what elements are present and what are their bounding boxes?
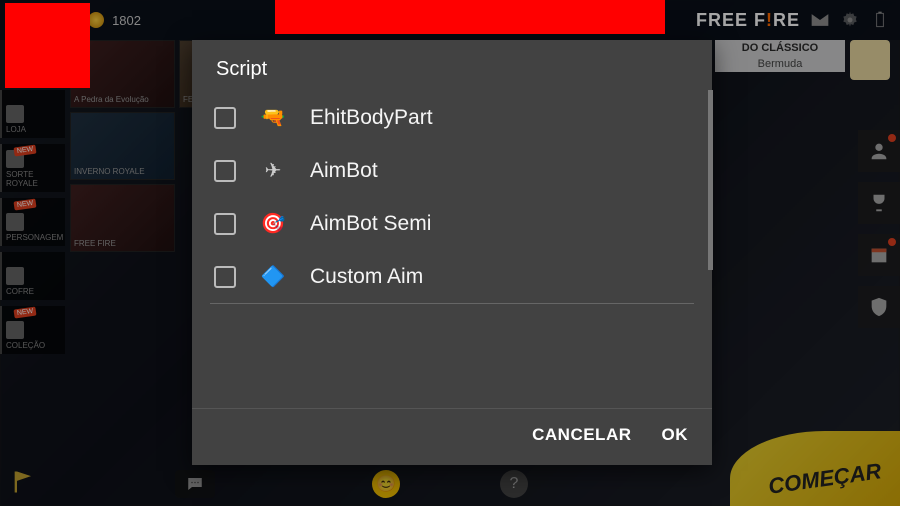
script-option-aimbot-semi[interactable]: 🎯 AimBot Semi (196, 197, 708, 250)
plane-icon: ✈ (258, 158, 288, 183)
option-label: Custom Aim (310, 265, 423, 289)
modal-scrollbar[interactable] (708, 90, 713, 270)
option-label: EhitBodyPart (310, 106, 433, 130)
divider (210, 303, 694, 304)
option-label: AimBot (310, 159, 378, 183)
cancel-button[interactable]: CANCELAR (532, 425, 631, 445)
target-icon: 🎯 (258, 211, 288, 236)
script-modal: Script 🔫 EhitBodyPart ✈ AimBot 🎯 AimBot … (192, 40, 712, 465)
script-option-custom-aim[interactable]: 🔷 Custom Aim (196, 250, 708, 303)
script-option-ehitbodypart[interactable]: 🔫 EhitBodyPart (196, 91, 708, 144)
modal-actions: CANCELAR OK (192, 408, 712, 465)
script-options-list: 🔫 EhitBodyPart ✈ AimBot 🎯 AimBot Semi 🔷 … (192, 91, 712, 408)
ok-button[interactable]: OK (662, 425, 689, 445)
redacted-region-avatar (5, 3, 90, 88)
gun-icon: 🔫 (258, 105, 288, 130)
redacted-region-bar (275, 0, 665, 34)
script-option-aimbot[interactable]: ✈ AimBot (196, 144, 708, 197)
checkbox[interactable] (214, 266, 236, 288)
diamond-icon: 🔷 (258, 264, 288, 289)
checkbox[interactable] (214, 160, 236, 182)
modal-title: Script (192, 40, 712, 91)
option-label: AimBot Semi (310, 212, 431, 236)
checkbox[interactable] (214, 213, 236, 235)
checkbox[interactable] (214, 107, 236, 129)
